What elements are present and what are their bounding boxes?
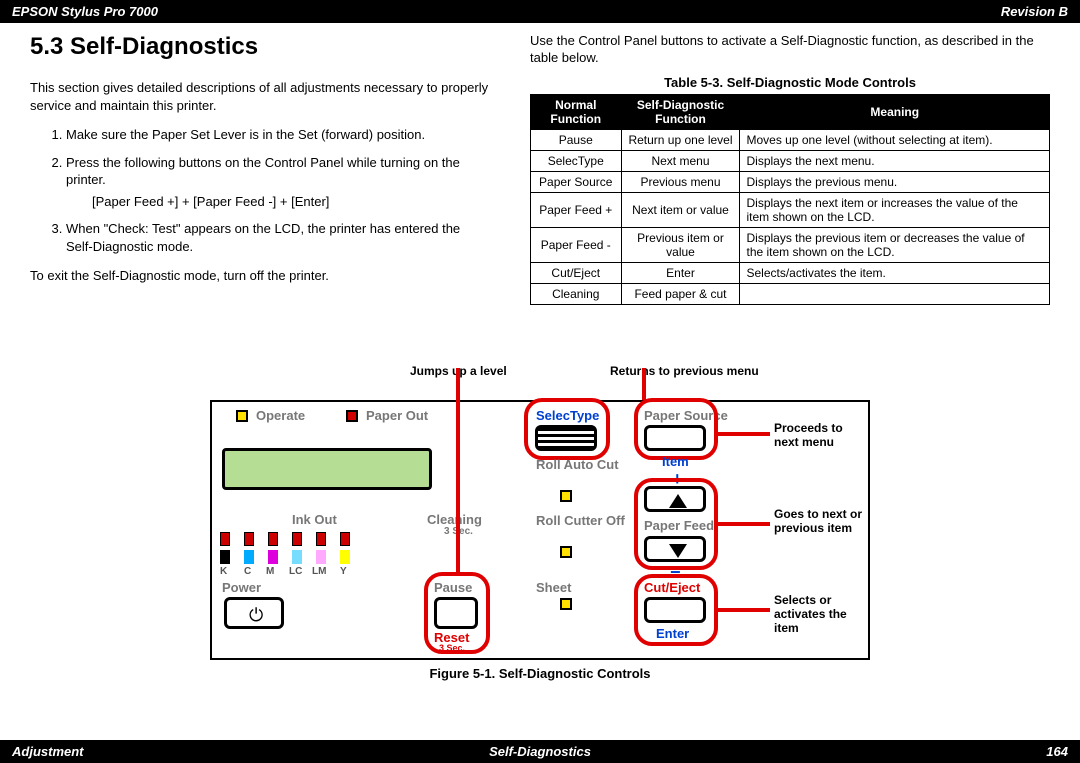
ink-dot bbox=[220, 550, 230, 564]
rollauto-led bbox=[560, 490, 572, 502]
page-footer: Adjustment Self-Diagnostics 164 bbox=[0, 740, 1080, 763]
callout-line bbox=[716, 608, 770, 612]
header-right: Revision B bbox=[1001, 4, 1068, 19]
ink-dot bbox=[244, 550, 254, 564]
paperout-led bbox=[346, 410, 358, 422]
annot-selects: Selects or activates the item bbox=[774, 594, 870, 635]
intro: This section gives detailed descriptions… bbox=[30, 79, 490, 114]
inkout-label: Ink Out bbox=[292, 512, 337, 527]
step-3: When "Check: Test" appears on the LCD, t… bbox=[66, 220, 490, 255]
power-button[interactable]: ⏻ bbox=[224, 597, 284, 629]
table-caption: Table 5-3. Self-Diagnostic Mode Controls bbox=[530, 75, 1050, 90]
exit-note: To exit the Self-Diagnostic mode, turn o… bbox=[30, 267, 490, 285]
section-title: 5.3 Self-Diagnostics bbox=[30, 33, 490, 61]
step-2-keys: [Paper Feed +] + [Paper Feed -] + [Enter… bbox=[92, 193, 490, 211]
table-row: Paper SourcePrevious menuDisplays the pr… bbox=[531, 171, 1050, 192]
rollcutter-led bbox=[560, 546, 572, 558]
control-panel: Operate Paper Out Ink Out Cleaning 3 Sec… bbox=[210, 400, 870, 660]
ink-led bbox=[220, 532, 230, 546]
sheet-led bbox=[560, 598, 572, 610]
th-selfdiag: Self-Diagnostic Function bbox=[621, 94, 740, 129]
control-panel-figure: Jumps up a level Returns to previous men… bbox=[210, 400, 870, 681]
rollauto-label: Roll Auto Cut bbox=[536, 458, 619, 472]
item-label: Item bbox=[662, 454, 689, 469]
selectype-ring bbox=[524, 398, 610, 460]
right-intro: Use the Control Panel buttons to activat… bbox=[530, 33, 1050, 67]
callout-line bbox=[716, 522, 770, 526]
th-meaning: Meaning bbox=[740, 94, 1050, 129]
table-row: PauseReturn up one levelMoves up one lev… bbox=[531, 129, 1050, 150]
ink-led bbox=[316, 532, 326, 546]
table-row: CleaningFeed paper & cut bbox=[531, 283, 1050, 304]
ink-dot bbox=[340, 550, 350, 564]
lcd-display bbox=[222, 448, 432, 490]
footer-right: 164 bbox=[1046, 744, 1068, 759]
table-row: Paper Feed -Previous item or valueDispla… bbox=[531, 227, 1050, 262]
modes-table: Normal Function Self-Diagnostic Function… bbox=[530, 94, 1050, 305]
ink-dot bbox=[268, 550, 278, 564]
power-label: Power bbox=[222, 580, 261, 595]
ink-dot bbox=[316, 550, 326, 564]
table-row: Cut/EjectEnterSelects/activates the item… bbox=[531, 262, 1050, 283]
callout-line bbox=[456, 368, 460, 572]
cuteject-ring bbox=[634, 574, 718, 646]
rollcutter-label: Roll Cutter Off bbox=[536, 514, 625, 528]
ink-led bbox=[340, 532, 350, 546]
sheet-label: Sheet bbox=[536, 580, 571, 595]
footer-center: Self-Diagnostics bbox=[489, 744, 591, 759]
footer-left: Adjustment bbox=[12, 744, 84, 759]
annot-proceeds: Proceeds to next menu bbox=[774, 422, 870, 450]
cleaning-label: Cleaning bbox=[427, 512, 482, 527]
step-2: Press the following buttons on the Contr… bbox=[66, 154, 490, 211]
annot-goesto: Goes to next or previous item bbox=[774, 508, 870, 536]
step-1: Make sure the Paper Set Lever is in the … bbox=[66, 126, 490, 144]
ink-led bbox=[268, 532, 278, 546]
paperout-label: Paper Out bbox=[366, 408, 428, 423]
operate-led bbox=[236, 410, 248, 422]
ink-led bbox=[244, 532, 254, 546]
paperfeed-ring bbox=[634, 478, 718, 570]
power-icon: ⏻ bbox=[249, 605, 263, 626]
header-left: EPSON Stylus Pro 7000 bbox=[12, 4, 158, 19]
table-row: SelecTypeNext menuDisplays the next menu… bbox=[531, 150, 1050, 171]
annot-returns: Returns to previous menu bbox=[610, 365, 759, 379]
th-normal: Normal Function bbox=[531, 94, 622, 129]
ink-led bbox=[292, 532, 302, 546]
papersource-ring bbox=[634, 398, 718, 460]
ink-dot bbox=[292, 550, 302, 564]
callout-line bbox=[642, 368, 646, 400]
operate-label: Operate bbox=[256, 408, 305, 423]
callout-line bbox=[716, 432, 770, 436]
figure-caption: Figure 5-1. Self-Diagnostic Controls bbox=[210, 666, 870, 681]
pause-ring bbox=[424, 572, 490, 654]
table-row: Paper Feed +Next item or valueDisplays t… bbox=[531, 192, 1050, 227]
page-header: EPSON Stylus Pro 7000 Revision B bbox=[0, 0, 1080, 23]
